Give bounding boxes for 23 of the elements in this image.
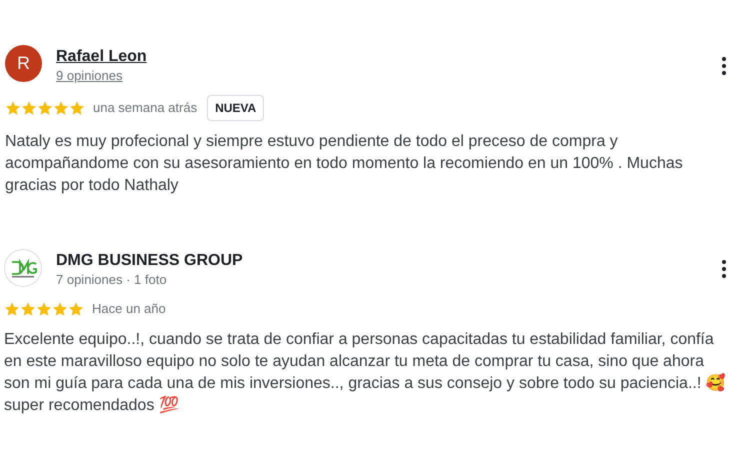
new-badge: NUEVA: [207, 95, 264, 121]
star-icon: [53, 100, 69, 116]
star-icon: [21, 100, 37, 116]
star-icon: [20, 300, 36, 317]
reviewer-name: DMG BUSINESS GROUP: [56, 251, 243, 271]
review-count: 7 opiniones · 1 foto: [56, 271, 168, 289]
star-icon: [68, 300, 84, 317]
star-icon: [5, 100, 21, 116]
star-icon: [37, 100, 53, 116]
review-date: Hace un año: [92, 300, 166, 318]
review-text: Excelente equipo..!, cuando se trata de confiar a personas capacitadas tu estabilidad familiar, confía en este maravilloso equipo no solo te ayudan alcanzar tu meta de comprar tu casa, sino que ahora son mi guía para cada una de mis inversiones.., gracias a sus consejo y sobre todo su paciencia..! 🥰 super recomendados 💯: [4, 330, 727, 416]
reviewer-link[interactable]: Rafael Leon: [56, 47, 147, 67]
star-icon: [36, 300, 52, 317]
avatar[interactable]: R: [5, 45, 42, 82]
star-icon: [69, 100, 85, 116]
star-icon: [4, 300, 20, 317]
review-text: Nataly es muy profecional y siempre estuvo pendiente de todo el preceso de compra y acompañandome con su asesoramiento en todo momento la recomiendo en un 100% . Muchas gracias por todo Nathaly: [5, 132, 684, 196]
reviews-link[interactable]: 9 opiniones: [56, 67, 147, 85]
more-options-icon[interactable]: [722, 260, 726, 278]
more-options-icon[interactable]: [722, 57, 726, 75]
logo-icon[interactable]: [4, 249, 42, 287]
star-icon: [52, 300, 68, 317]
review-date: una semana atrás: [93, 99, 198, 118]
